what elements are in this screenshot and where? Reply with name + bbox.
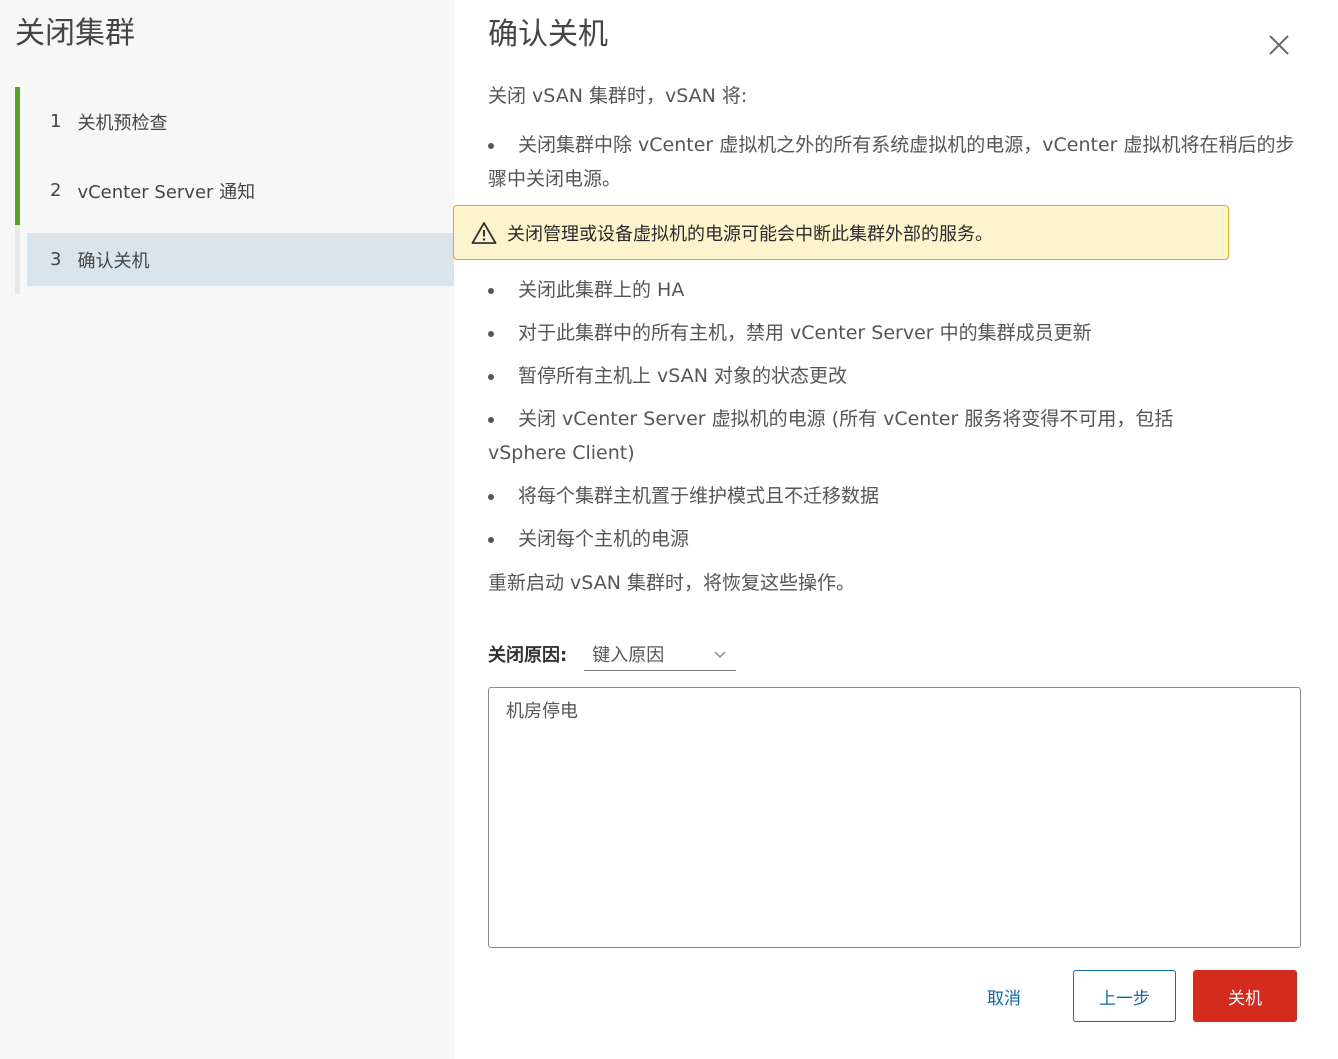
list-item-text: 关闭 vCenter Server 虚拟机的电源 (所有 vCenter 服务将… (488, 408, 1174, 464)
bullet (488, 494, 494, 500)
dialog-content: 确认关机 关闭 vSAN 集群时，vSAN 将: 关闭集群中除 vCenter … (453, 0, 1338, 1059)
shutdown-button[interactable]: 关机 (1193, 970, 1297, 1022)
list-item: 对于此集群中的所有主机，禁用 vCenter Server 中的集群成员更新 (488, 316, 1302, 350)
list-item-text: 对于此集群中的所有主机，禁用 vCenter Server 中的集群成员更新 (518, 322, 1092, 344)
step-number: 1 (50, 111, 62, 132)
list-item-text: 暂停所有主机上 vSAN 对象的状态更改 (518, 365, 847, 387)
wizard-sidebar: 关闭集群 1 关机预检查 2 vCenter Server 通知 3 确认关机 (0, 0, 454, 1059)
step-number: 3 (50, 249, 62, 270)
bullet (488, 417, 494, 423)
reason-label: 关闭原因: (488, 645, 568, 666)
close-icon (1269, 35, 1289, 55)
list-item-text: 关闭集群中除 vCenter 虚拟机之外的所有系统虚拟机的电源，vCenter … (488, 134, 1295, 190)
step-progress-bar (15, 225, 20, 294)
step-label: 确认关机 (77, 250, 150, 272)
step-number: 2 (50, 180, 62, 201)
warning-text: 关闭管理或设备虚拟机的电源可能会中断此集群外部的服务。 (507, 223, 993, 245)
bullet (488, 331, 494, 337)
reason-select[interactable]: 键入原因 (584, 637, 737, 671)
warning-alert: 关闭管理或设备虚拟机的电源可能会中断此集群外部的服务。 (453, 205, 1229, 260)
step-label: 关机预检查 (77, 112, 168, 134)
wizard-step-vcenter-notify[interactable]: 2 vCenter Server 通知 (15, 156, 454, 225)
reason-textarea[interactable] (488, 687, 1301, 948)
step-progress-bar (15, 156, 20, 225)
chevron-down-icon (714, 650, 726, 658)
back-button[interactable]: 上一步 (1073, 970, 1176, 1022)
intro-text: 关闭 vSAN 集群时，vSAN 将: (488, 85, 748, 107)
shutdown-actions-list: 关闭集群中除 vCenter 虚拟机之外的所有系统虚拟机的电源，vCenter … (453, 128, 1302, 565)
wizard-step-precheck[interactable]: 1 关机预检查 (15, 87, 454, 156)
outro-text: 重新启动 vSAN 集群时，将恢复这些操作。 (488, 572, 855, 594)
list-item-text: 关闭此集群上的 HA (518, 279, 685, 301)
reason-row: 关闭原因: 键入原因 (488, 636, 737, 672)
list-item-text: 关闭每个主机的电源 (518, 528, 690, 550)
list-item: 关闭每个主机的电源 (488, 522, 1302, 556)
list-item: 暂停所有主机上 vSAN 对象的状态更改 (488, 359, 1302, 393)
reason-select-value: 键入原因 (592, 644, 665, 666)
wizard-title: 关闭集群 (15, 16, 135, 51)
warning-triangle-icon (471, 221, 497, 244)
cancel-button[interactable]: 取消 (966, 970, 1042, 1022)
list-item: 关闭此集群上的 HA (488, 273, 1302, 307)
bullet (488, 374, 494, 380)
dialog-title: 确认关机 (488, 17, 608, 52)
list-item: 将每个集群主机置于维护模式且不迁移数据 (488, 479, 1302, 513)
wizard-steps: 1 关机预检查 2 vCenter Server 通知 3 确认关机 (15, 87, 454, 294)
list-item: 关闭集群中除 vCenter 虚拟机之外的所有系统虚拟机的电源，vCenter … (488, 128, 1302, 196)
bullet (488, 537, 494, 543)
close-button[interactable] (1264, 30, 1294, 60)
bullet (488, 288, 494, 294)
step-label: vCenter Server 通知 (77, 181, 256, 203)
list-item: 关闭 vCenter Server 虚拟机的电源 (所有 vCenter 服务将… (488, 402, 1208, 470)
wizard-step-confirm-shutdown[interactable]: 3 确认关机 (15, 225, 454, 294)
step-progress-bar (15, 87, 20, 156)
list-item-text: 将每个集群主机置于维护模式且不迁移数据 (518, 485, 880, 507)
bullet (488, 143, 494, 149)
